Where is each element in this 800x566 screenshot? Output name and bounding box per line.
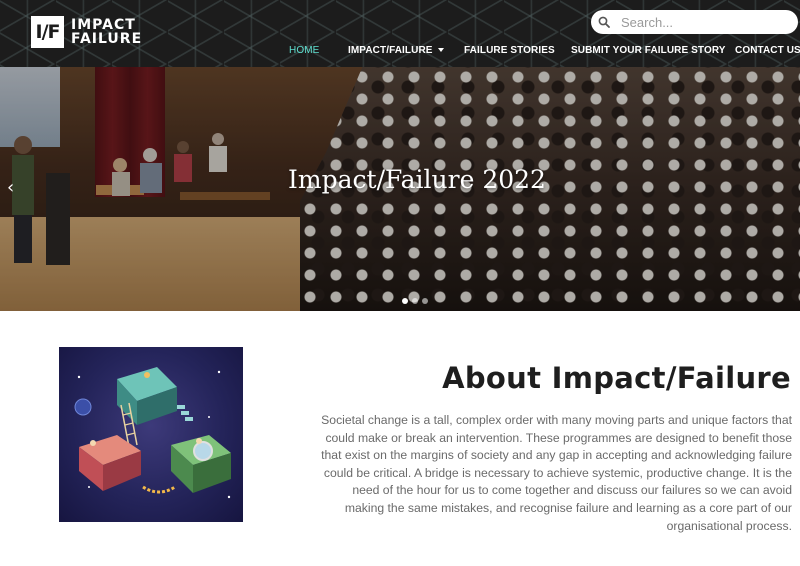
slider-dot-1[interactable] bbox=[402, 298, 408, 304]
logo-line-1: IMPACT bbox=[71, 17, 136, 33]
nav-failure-stories[interactable]: FAILURE STORIES bbox=[464, 45, 555, 56]
search-input[interactable] bbox=[621, 14, 791, 30]
hero-title: Impact/Failure 2022 bbox=[288, 165, 546, 194]
slider-dot-3[interactable] bbox=[422, 298, 428, 304]
search-bar bbox=[591, 10, 798, 34]
about-heading: About Impact/Failure bbox=[442, 361, 791, 395]
about-paragraph: Societal change is a tall, complex order… bbox=[321, 413, 792, 533]
nav-home[interactable]: HOME bbox=[289, 45, 319, 56]
logo-line-2: FAILURE bbox=[71, 31, 143, 47]
site-header: I/F IMPACT FAILURE HOME IMPACT/FAILURE F… bbox=[0, 0, 800, 67]
logo-mark: I/F bbox=[31, 16, 64, 48]
slider-dots bbox=[402, 298, 428, 304]
site-logo[interactable]: I/F IMPACT FAILURE bbox=[31, 16, 142, 48]
illustration-cubes bbox=[74, 367, 231, 499]
hero-slider: Impact/Failure 2022 ‹ bbox=[0, 67, 800, 311]
nav-impact-failure[interactable]: IMPACT/FAILURE bbox=[348, 45, 444, 56]
about-illustration bbox=[59, 347, 243, 522]
logo-wordmark: IMPACT FAILURE bbox=[71, 18, 142, 46]
chevron-left-icon[interactable]: ‹ bbox=[7, 177, 14, 198]
nav-impact-failure-label: IMPACT/FAILURE bbox=[348, 45, 433, 56]
main-nav: HOME IMPACT/FAILURE FAILURE STORIES SUBM… bbox=[0, 45, 800, 57]
nav-contact-us[interactable]: CONTACT US bbox=[735, 45, 800, 56]
search-icon[interactable] bbox=[591, 10, 617, 34]
chevron-down-icon bbox=[437, 48, 444, 53]
slider-dot-2[interactable] bbox=[412, 298, 418, 304]
nav-submit-story[interactable]: SUBMIT YOUR FAILURE STORY bbox=[571, 45, 726, 56]
